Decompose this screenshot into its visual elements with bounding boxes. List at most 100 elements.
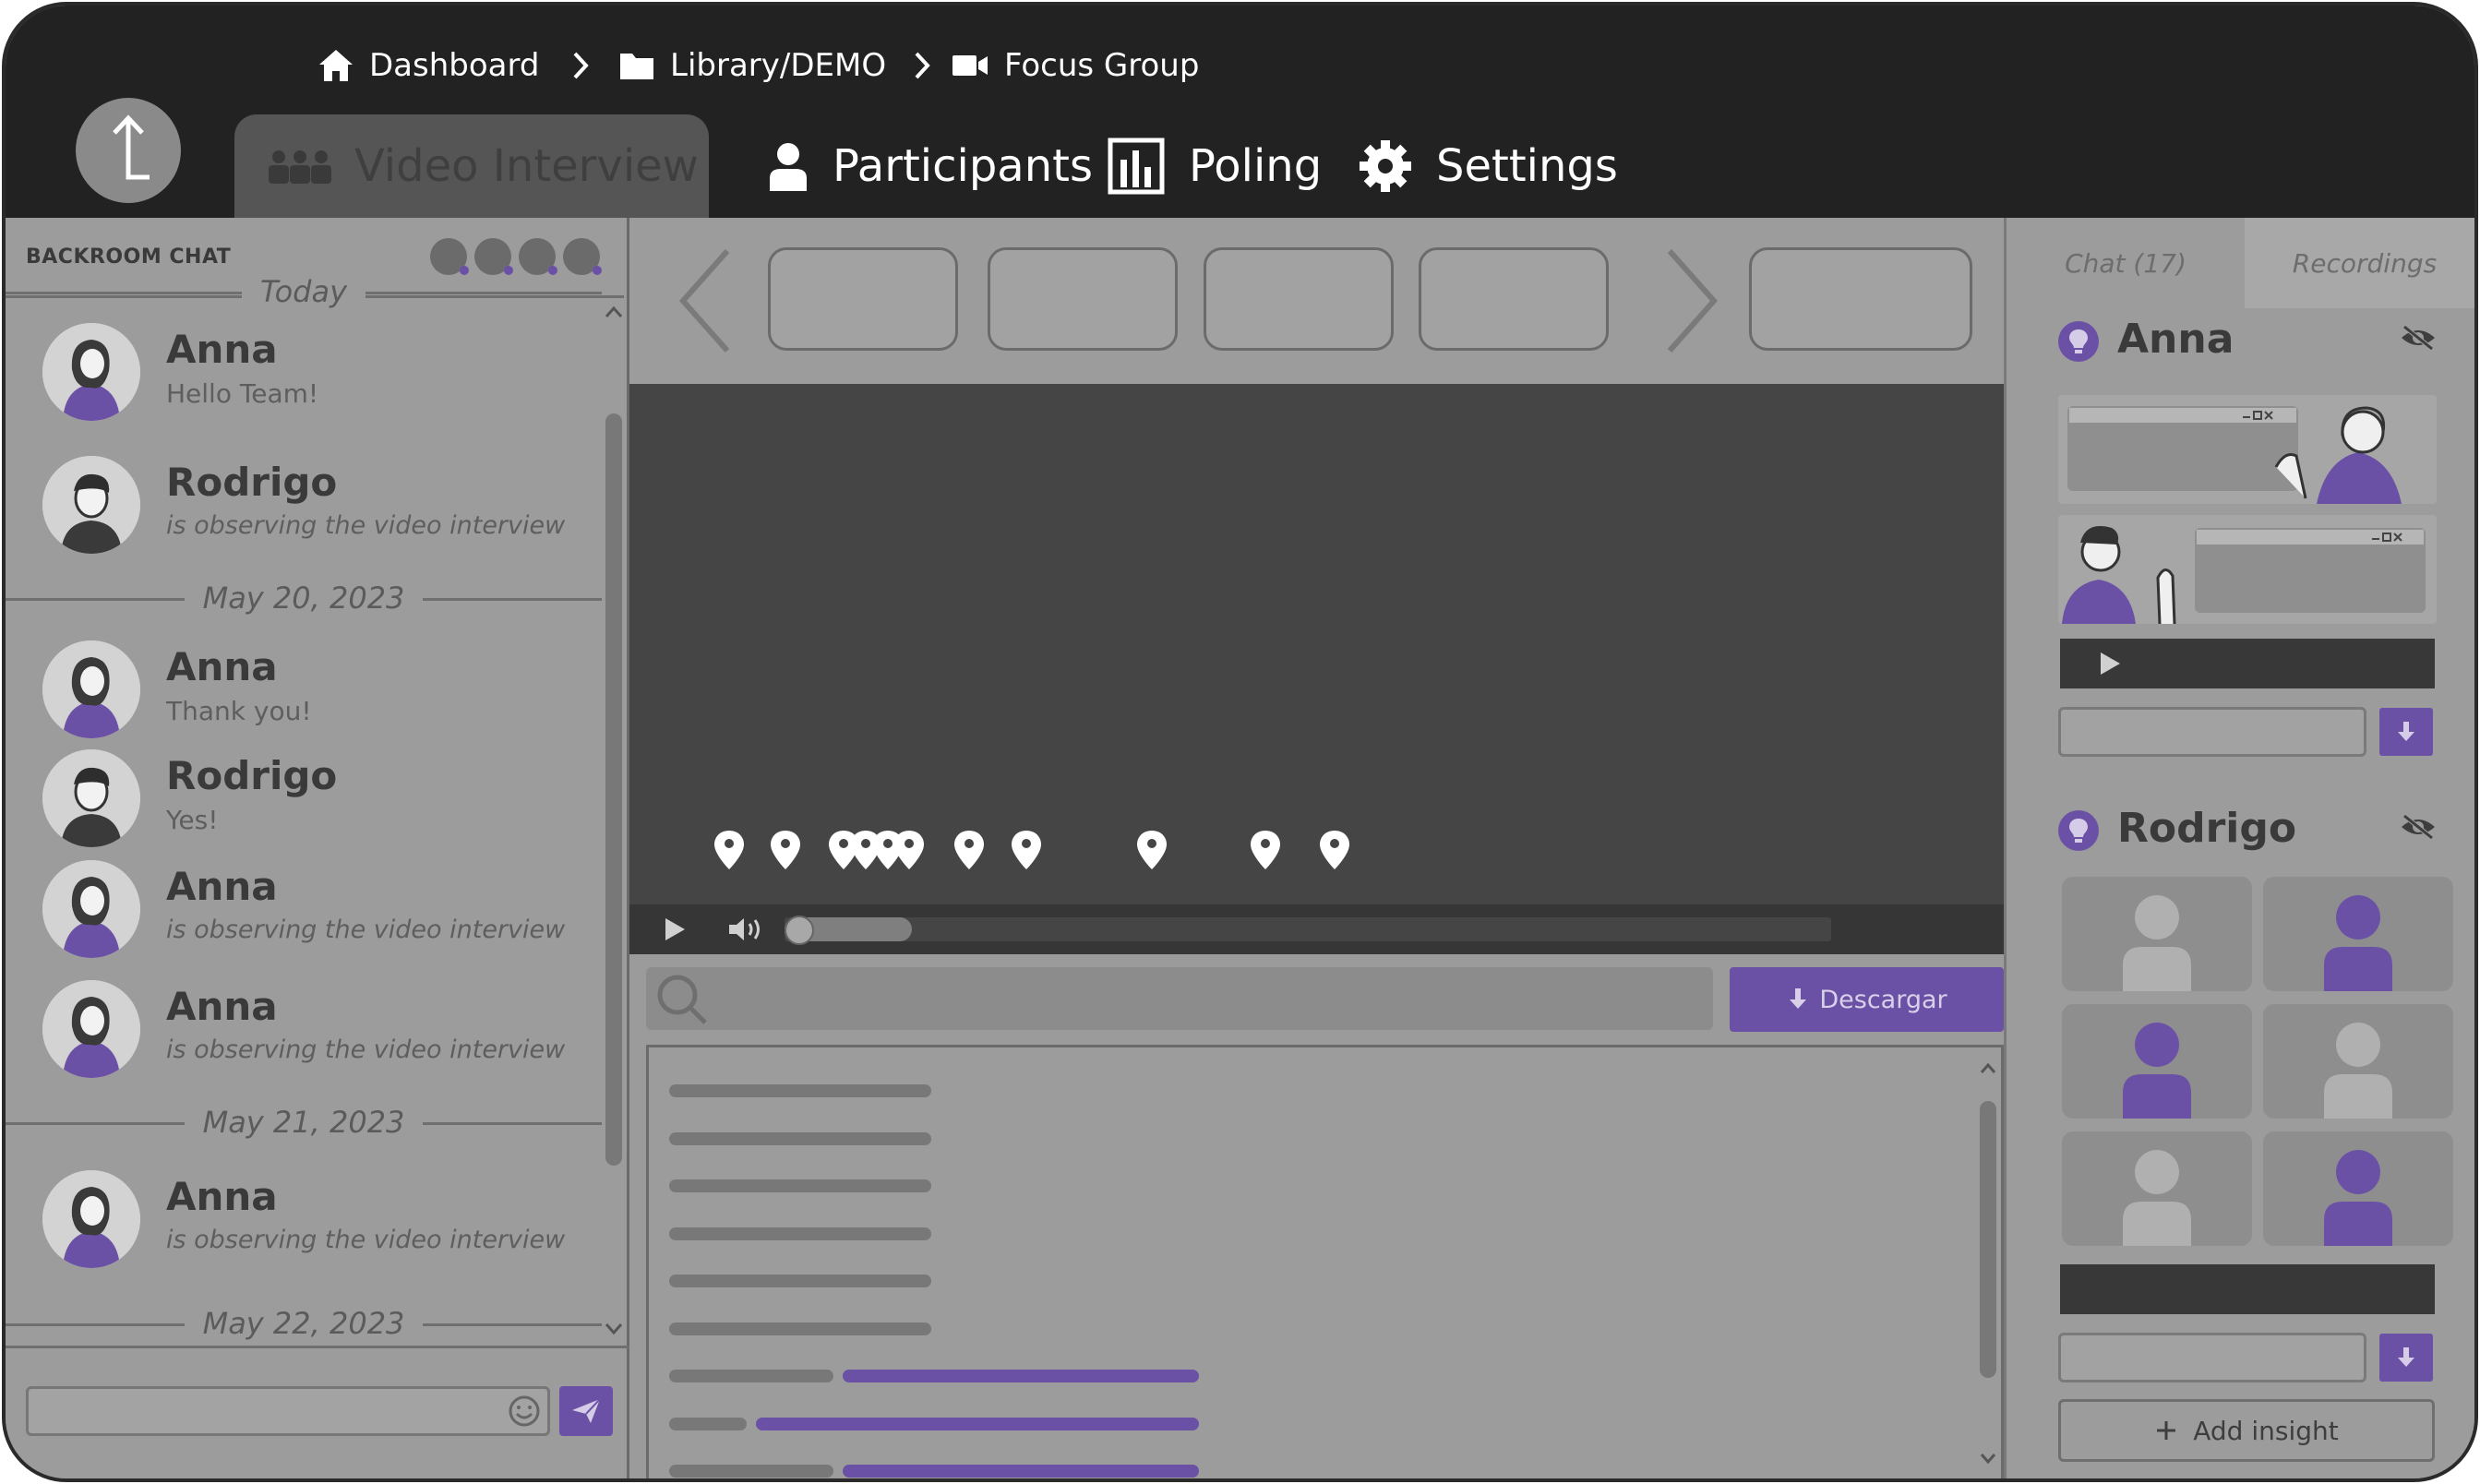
clip-thumbnail[interactable] xyxy=(1204,247,1394,351)
chevron-up-icon xyxy=(605,305,623,317)
participant-name: Rodrigo xyxy=(2117,805,2297,852)
participant-tile[interactable] xyxy=(2263,1004,2453,1119)
volume-icon[interactable] xyxy=(727,916,766,943)
upload-button[interactable] xyxy=(76,98,181,203)
scrollbar-thumb[interactable] xyxy=(1980,1101,1996,1378)
transcript-line[interactable] xyxy=(669,1370,833,1382)
person-icon xyxy=(770,143,807,191)
tab-chat[interactable]: Chat (17) xyxy=(2007,218,2245,308)
clip-thumbnail[interactable] xyxy=(988,247,1178,351)
avatar xyxy=(563,238,602,275)
tab-video-interview[interactable]: Video Interview xyxy=(234,114,709,218)
tab-poling[interactable]: Poling xyxy=(1108,129,1322,203)
clip-thumbnail[interactable] xyxy=(1419,247,1609,351)
date-label: May 22, 2023 xyxy=(184,1306,424,1341)
video-player[interactable] xyxy=(629,384,2004,904)
play-icon[interactable] xyxy=(661,916,689,943)
participant-tile[interactable] xyxy=(2263,1131,2453,1246)
clip-thumbnail[interactable] xyxy=(1749,247,1972,351)
transcript-search-input[interactable] xyxy=(646,967,1713,1030)
insight-illustration xyxy=(2058,395,2437,504)
breadcrumb-dashboard[interactable]: Dashboard xyxy=(317,42,539,89)
insight-download-button[interactable] xyxy=(2379,1334,2433,1382)
transcript-highlight[interactable] xyxy=(843,1370,1199,1382)
tab-label: Chat (17) xyxy=(2065,247,2186,279)
insight-note-input[interactable] xyxy=(2058,1333,2366,1382)
scrollbar-thumb[interactable] xyxy=(605,413,622,1166)
message-text: is observing the video interview xyxy=(166,1035,566,1064)
transcript-line[interactable] xyxy=(669,1084,931,1097)
chat-message: Anna is observing the video interview xyxy=(42,980,596,1082)
breadcrumb-library[interactable]: Library/DEMO xyxy=(618,42,886,89)
transcript-line[interactable] xyxy=(669,1275,931,1287)
participant-tile[interactable] xyxy=(2062,1131,2252,1246)
marker-pin-icon xyxy=(771,831,800,869)
date-separator: May 22, 2023 xyxy=(6,1305,602,1342)
message-text: is observing the video interview xyxy=(166,511,566,540)
backroom-chat-panel: BACKROOM CHAT Today Anna Hello Team! Rod… xyxy=(6,218,629,1478)
recording-player[interactable] xyxy=(2060,639,2435,688)
date-separator: May 20, 2023 xyxy=(6,580,602,616)
add-insight-button[interactable]: Add insight xyxy=(2058,1399,2435,1462)
backroom-title: BACKROOM CHAT xyxy=(26,245,232,269)
play-icon[interactable] xyxy=(2097,650,2125,677)
avatar-anna xyxy=(42,323,140,421)
chevron-left-icon[interactable] xyxy=(674,245,738,356)
chevron-right-icon xyxy=(915,52,930,79)
sender-name: Anna xyxy=(166,1174,278,1219)
insight-note-input[interactable] xyxy=(2058,707,2366,757)
transcript-scrollbar[interactable] xyxy=(1978,1060,1998,1466)
seek-handle[interactable] xyxy=(785,916,814,945)
chevron-right-icon[interactable] xyxy=(1659,245,1723,356)
avatar-anna xyxy=(42,980,140,1078)
recording-player[interactable] xyxy=(2060,1264,2435,1314)
group-icon xyxy=(269,150,331,184)
transcript-line[interactable] xyxy=(669,1227,931,1240)
insight-download-button[interactable] xyxy=(2379,708,2433,756)
marker-pin-icon xyxy=(894,831,924,869)
sender-name: Rodrigo xyxy=(166,460,338,505)
seek-bar[interactable] xyxy=(785,916,1831,945)
sender-name: Anna xyxy=(166,327,278,372)
participant-name: Anna xyxy=(2117,316,2234,363)
download-icon xyxy=(1790,988,1807,1009)
transcript-highlight[interactable] xyxy=(843,1465,1199,1478)
transcript-line[interactable] xyxy=(669,1418,747,1430)
chat-scrollbar[interactable] xyxy=(602,303,626,1338)
eye-off-icon[interactable] xyxy=(2399,812,2438,842)
transcript-line[interactable] xyxy=(669,1179,931,1192)
folder-icon xyxy=(620,54,653,79)
gear-icon xyxy=(1360,140,1411,192)
participant-tile[interactable] xyxy=(2062,1004,2252,1119)
download-icon xyxy=(2398,1347,2414,1367)
tab-recordings[interactable]: Recordings xyxy=(2245,218,2474,308)
chevron-up-icon xyxy=(1980,1062,1996,1073)
avatar-anna xyxy=(42,860,140,958)
participant-tile[interactable] xyxy=(2062,877,2252,991)
transcript-line[interactable] xyxy=(669,1465,833,1478)
date-label: May 20, 2023 xyxy=(184,580,424,616)
player-controls xyxy=(629,904,2004,954)
chat-message: Anna is observing the video interview xyxy=(42,1170,596,1272)
breadcrumb-label: Focus Group xyxy=(1004,47,1200,84)
transcript-line[interactable] xyxy=(669,1132,931,1145)
avatar xyxy=(519,238,557,275)
participant-tile[interactable] xyxy=(2263,877,2453,991)
transcript-highlight[interactable] xyxy=(756,1418,1199,1430)
chat-message-input[interactable] xyxy=(26,1386,550,1436)
eye-off-icon[interactable] xyxy=(2399,323,2438,353)
divider xyxy=(6,1346,629,1348)
transcript-line[interactable] xyxy=(669,1322,931,1335)
date-label: May 21, 2023 xyxy=(184,1105,424,1140)
breadcrumb-label: Library/DEMO xyxy=(670,47,887,84)
download-button[interactable]: Descargar xyxy=(1730,967,2004,1032)
breadcrumb-focus-group[interactable]: Focus Group xyxy=(951,42,1199,89)
chat-message: Rodrigo is observing the video interview xyxy=(42,456,596,557)
clip-thumbnail[interactable] xyxy=(768,247,958,351)
send-button[interactable] xyxy=(559,1386,613,1436)
tab-settings[interactable]: Settings xyxy=(1359,129,1618,203)
sender-name: Anna xyxy=(166,864,278,909)
sender-name: Rodrigo xyxy=(166,753,338,798)
tab-participants[interactable]: Participants xyxy=(768,129,1093,203)
sender-name: Anna xyxy=(166,644,278,689)
